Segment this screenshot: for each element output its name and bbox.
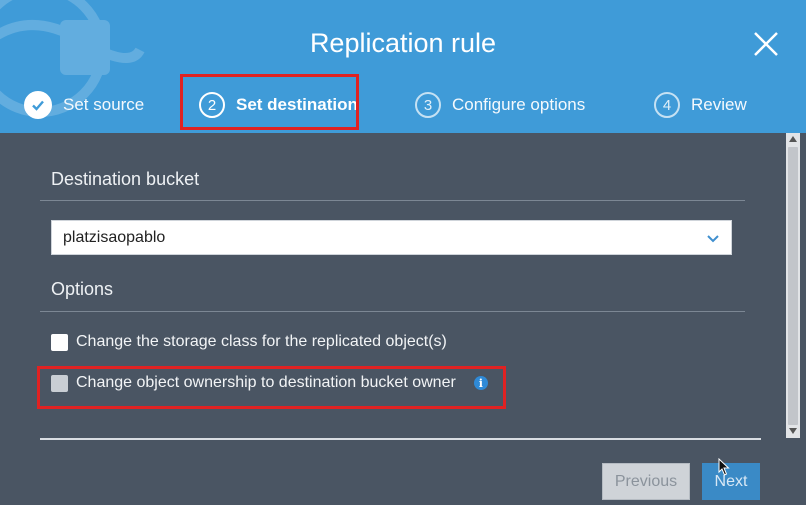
- options-title: Options: [51, 279, 114, 299]
- highlight-box-ownership: [37, 366, 506, 409]
- scrollbar[interactable]: [786, 133, 800, 438]
- step-review[interactable]: 4 Review: [654, 90, 747, 120]
- dialog-title: Replication rule: [309, 28, 497, 58]
- step-configure-options[interactable]: 3 Configure options: [415, 90, 585, 120]
- destination-bucket-title: Destination bucket: [51, 169, 200, 189]
- step-set-source[interactable]: Set source: [24, 90, 144, 120]
- destination-bucket-select[interactable]: platzisaopablo: [51, 220, 732, 255]
- dialog-header: Replication rule Set source 2 Set destin…: [0, 0, 806, 133]
- step-label: Set source: [63, 95, 145, 114]
- storage-class-checkbox[interactable]: [51, 333, 68, 351]
- close-icon[interactable]: [750, 28, 782, 60]
- next-button[interactable]: Next: [702, 463, 760, 500]
- highlight-box-step: [180, 74, 359, 130]
- storage-class-option[interactable]: Change the storage class for the replica…: [51, 331, 447, 353]
- divider: [40, 311, 745, 312]
- scroll-down-icon[interactable]: [789, 428, 797, 434]
- step-label: Review: [691, 95, 747, 114]
- divider: [40, 200, 745, 201]
- chevron-down-icon: [707, 235, 719, 243]
- mouse-pointer-icon: [718, 458, 730, 476]
- step-number: 4: [654, 92, 680, 118]
- previous-button[interactable]: Previous: [602, 463, 690, 500]
- step-number: 3: [415, 92, 441, 118]
- check-icon: [24, 91, 52, 119]
- select-value: platzisaopablo: [63, 228, 166, 246]
- scroll-up-icon[interactable]: [789, 136, 797, 142]
- footer-divider: [40, 438, 761, 440]
- step-label: Configure options: [452, 95, 586, 114]
- scroll-thumb[interactable]: [788, 147, 798, 425]
- storage-class-label: Change the storage class for the replica…: [76, 333, 447, 350]
